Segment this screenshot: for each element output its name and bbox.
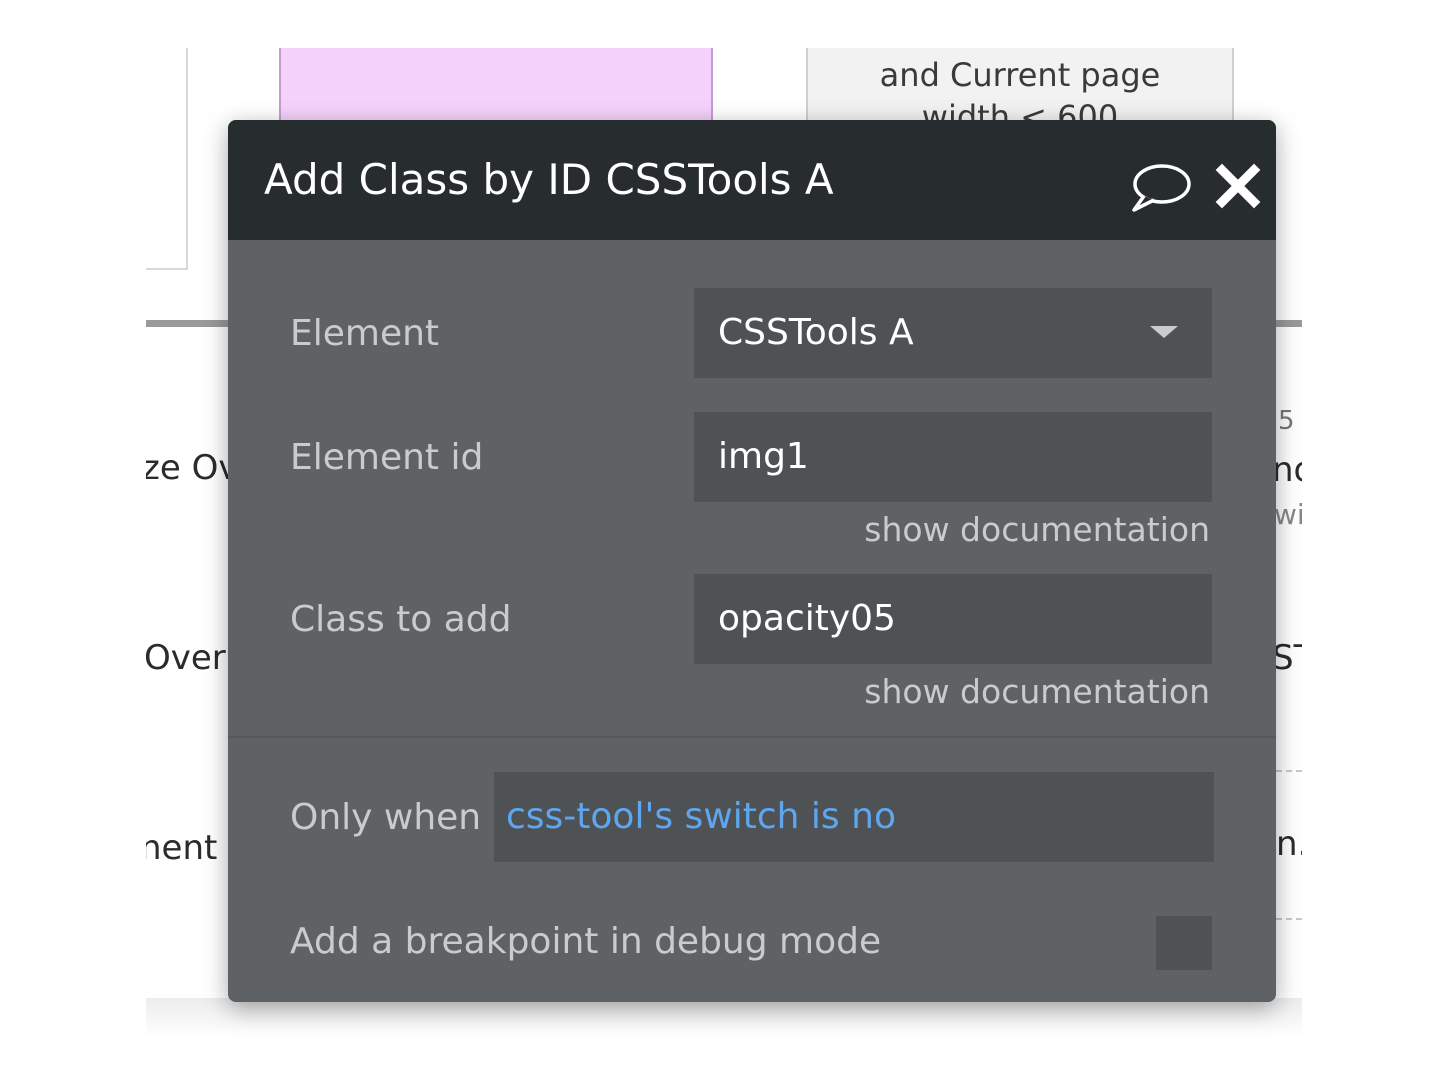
element-dropdown[interactable]: CSSTools A	[694, 288, 1212, 378]
workflow-step-fragment[interactable]: n.	[1276, 824, 1302, 864]
element-id-value: img1	[718, 436, 809, 477]
class-to-add-input[interactable]: opacity05	[694, 574, 1212, 664]
only-when-label: Only when	[290, 797, 482, 838]
chevron-down-icon	[1150, 326, 1178, 338]
canvas-element-box[interactable]	[146, 48, 188, 270]
workflow-action-fragment[interactable]: ze Ov	[146, 448, 238, 488]
dialog-header[interactable]: Add Class by ID CSSTools A	[228, 120, 1276, 240]
element-id-documentation-link[interactable]: show documentation	[864, 510, 1210, 550]
screen: and Current page width < 600 ze Ov Over …	[0, 0, 1440, 1078]
workflow-action-fragment[interactable]: Over	[146, 638, 226, 678]
only-when-expression[interactable]: css-tool's switch is no	[506, 796, 896, 837]
workflow-step-fragment: wi	[1274, 498, 1302, 531]
element-label: Element	[290, 313, 440, 354]
workflow-step-fragment[interactable]: no	[1272, 450, 1302, 490]
condition-text-line1: and Current page	[879, 56, 1161, 94]
breakpoint-label: Add a breakpoint in debug mode	[290, 921, 882, 962]
close-x-icon[interactable]	[1214, 162, 1262, 210]
action-property-editor: Add Class by ID CSSTools A Element CSSTo…	[228, 120, 1276, 1002]
breakpoint-checkbox[interactable]	[1156, 916, 1212, 970]
class-to-add-documentation-link[interactable]: show documentation	[864, 672, 1210, 712]
section-divider	[228, 736, 1276, 738]
workflow-step-fragment: 5	[1278, 406, 1295, 436]
workflow-step-fragment[interactable]: ST	[1272, 638, 1302, 678]
canvas-bottom-fade	[146, 998, 1302, 1038]
element-dropdown-value: CSSTools A	[718, 312, 914, 353]
element-id-input[interactable]: img1	[694, 412, 1212, 502]
class-to-add-label: Class to add	[290, 599, 512, 640]
class-to-add-value: opacity05	[718, 598, 896, 639]
dialog-title: Add Class by ID CSSTools A	[264, 155, 834, 204]
element-id-label: Element id	[290, 437, 484, 478]
comment-bubble-icon[interactable]	[1128, 160, 1192, 216]
only-when-expression-input[interactable]: css-tool's switch is no	[494, 772, 1214, 862]
